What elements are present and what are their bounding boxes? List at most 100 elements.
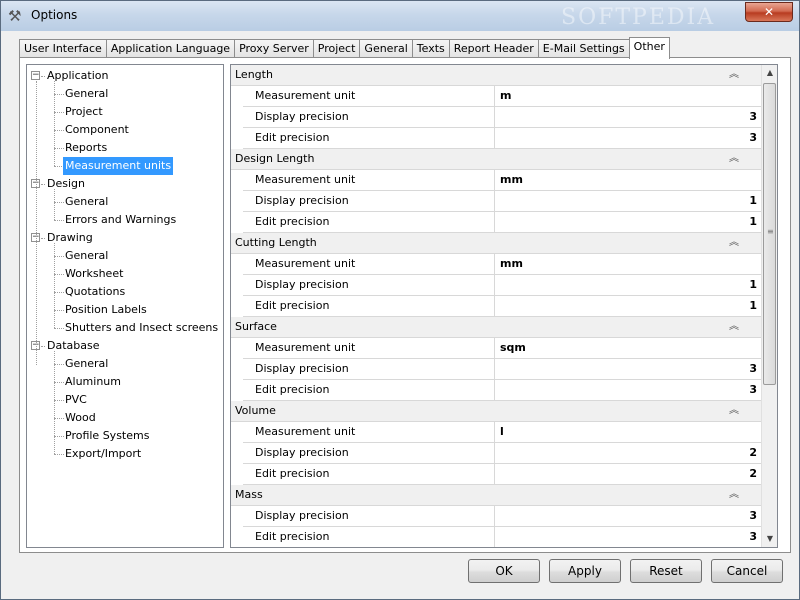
tree-group-design[interactable]: Design xyxy=(45,175,87,193)
dialog-body: User Interface Application Language Proxy … xyxy=(9,31,791,553)
collapse-chevron-icon[interactable]: ︽ xyxy=(727,152,741,166)
scroll-up-arrow-icon[interactable]: ▲ xyxy=(762,65,777,81)
collapse-chevron-icon[interactable]: ︽ xyxy=(727,68,741,82)
property-row[interactable]: Measurement unit mm xyxy=(243,254,761,275)
tree-group-drawing[interactable]: Drawing xyxy=(45,229,95,247)
tab-texts[interactable]: Texts xyxy=(411,39,450,58)
tree-connector xyxy=(36,81,37,365)
property-value-display-precision[interactable]: 3 xyxy=(496,359,761,379)
property-grid-scrollbar[interactable]: ▲ ≡ ▼ xyxy=(761,65,777,547)
tree-item-general[interactable]: General xyxy=(63,355,110,373)
property-value-display-precision[interactable]: 3 xyxy=(496,506,761,526)
category-mass[interactable]: Mass ︽ xyxy=(231,485,761,506)
tab-general[interactable]: General xyxy=(359,39,413,58)
tree-item-aluminum[interactable]: Aluminum xyxy=(63,373,123,391)
property-name: Measurement unit xyxy=(243,338,495,358)
scroll-thumb[interactable]: ≡ xyxy=(763,83,776,385)
property-row[interactable]: Display precision 1 xyxy=(243,191,761,212)
property-value-display-precision[interactable]: 2 xyxy=(496,443,761,463)
category-surface[interactable]: Surface ︽ xyxy=(231,317,761,338)
reset-button[interactable]: Reset xyxy=(630,559,702,583)
property-row[interactable]: Measurement unit sqm xyxy=(243,338,761,359)
cancel-button[interactable]: Cancel xyxy=(711,559,783,583)
property-value-display-precision[interactable]: 3 xyxy=(496,107,761,127)
tree-item-profile-systems[interactable]: Profile Systems xyxy=(63,427,151,445)
property-value-measurement-unit[interactable]: sqm xyxy=(496,338,761,358)
category-gutter xyxy=(231,86,243,149)
scroll-down-arrow-icon[interactable]: ▼ xyxy=(762,531,777,547)
tree-item-component[interactable]: Component xyxy=(63,121,131,139)
property-row[interactable]: Edit precision 1 xyxy=(243,296,761,317)
property-value-measurement-unit[interactable]: m xyxy=(496,86,761,106)
property-value-edit-precision[interactable]: 3 xyxy=(496,128,761,148)
tree-item-general[interactable]: General xyxy=(63,247,110,265)
category-label: Volume xyxy=(235,404,276,417)
settings-tree: − Application General Project Component Repor… xyxy=(26,64,224,548)
property-row[interactable]: Display precision 3 xyxy=(243,506,761,527)
property-value-measurement-unit[interactable]: mm xyxy=(496,254,761,274)
close-button[interactable]: ✕ xyxy=(745,2,793,22)
tree-item-reports[interactable]: Reports xyxy=(63,139,109,157)
tab-other[interactable]: Other xyxy=(628,37,670,59)
property-row[interactable]: Measurement unit mm xyxy=(243,170,761,191)
property-row[interactable]: Display precision 1 xyxy=(243,275,761,296)
property-row[interactable]: Edit precision 3 xyxy=(243,380,761,401)
property-row[interactable]: Display precision 2 xyxy=(243,443,761,464)
scroll-grip-icon: ≡ xyxy=(767,227,774,236)
property-row[interactable]: Display precision 3 xyxy=(243,359,761,380)
property-value-measurement-unit[interactable]: l xyxy=(496,422,761,442)
property-value-edit-precision[interactable]: 3 xyxy=(496,527,761,547)
collapse-chevron-icon[interactable]: ︽ xyxy=(727,488,741,502)
property-value-edit-precision[interactable]: 3 xyxy=(496,380,761,400)
property-row[interactable]: Edit precision 2 xyxy=(243,464,761,485)
tree-item-export-import[interactable]: Export/Import xyxy=(63,445,143,463)
property-value-edit-precision[interactable]: 2 xyxy=(496,464,761,484)
category-volume[interactable]: Volume ︽ xyxy=(231,401,761,422)
property-name: Measurement unit xyxy=(243,422,495,442)
tree-item-quotations[interactable]: Quotations xyxy=(63,283,127,301)
collapse-chevron-icon[interactable]: ︽ xyxy=(727,404,741,418)
tab-application-language[interactable]: Application Language xyxy=(105,39,236,58)
collapse-toggle-icon[interactable]: − xyxy=(31,71,40,80)
collapse-chevron-icon[interactable]: ︽ xyxy=(727,236,741,250)
property-row[interactable]: Display precision 3 xyxy=(243,107,761,128)
tree-item-measurement-units[interactable]: Measurement units xyxy=(63,157,174,175)
ok-button[interactable]: OK xyxy=(468,559,540,583)
tree-item-general[interactable]: General xyxy=(63,193,110,211)
property-row[interactable]: Measurement unit m xyxy=(243,86,761,107)
tree-item-shutters-and-insect-screens[interactable]: Shutters and Insect screens xyxy=(63,319,220,337)
property-value-edit-precision[interactable]: 1 xyxy=(496,296,761,316)
tree-connector xyxy=(41,238,45,239)
tree-item-pvc[interactable]: PVC xyxy=(63,391,89,409)
tab-project[interactable]: Project xyxy=(312,39,361,58)
tree-item-position-labels[interactable]: Position Labels xyxy=(63,301,149,319)
tree-item-general[interactable]: General xyxy=(63,85,110,103)
property-name: Edit precision xyxy=(243,527,495,547)
property-row[interactable]: Edit precision 3 xyxy=(243,527,761,547)
tree-item-wood[interactable]: Wood xyxy=(63,409,98,427)
tab-e-mail-settings[interactable]: E-Mail Settings xyxy=(537,39,630,58)
property-row[interactable]: Edit precision 3 xyxy=(243,128,761,149)
tab-report-header[interactable]: Report Header xyxy=(448,39,539,58)
collapse-chevron-icon[interactable]: ︽ xyxy=(727,320,741,334)
title-bar: ⚒ Options SOFTPEDIA ✕ xyxy=(1,1,799,31)
property-value-display-precision[interactable]: 1 xyxy=(496,275,761,295)
property-value-measurement-unit[interactable]: mm xyxy=(496,170,761,190)
tree-item-worksheet[interactable]: Worksheet xyxy=(63,265,125,283)
tab-proxy-server[interactable]: Proxy Server xyxy=(234,39,314,58)
tree-item-errors-and-warnings[interactable]: Errors and Warnings xyxy=(63,211,178,229)
category-design-length[interactable]: Design Length ︽ xyxy=(231,149,761,170)
tab-user-interface[interactable]: User Interface xyxy=(19,39,107,58)
category-label: Mass xyxy=(235,488,263,501)
property-value-display-precision[interactable]: 1 xyxy=(496,191,761,211)
property-value-edit-precision[interactable]: 1 xyxy=(496,212,761,232)
property-row[interactable]: Edit precision 1 xyxy=(243,212,761,233)
category-label: Surface xyxy=(235,320,277,333)
property-name: Measurement unit xyxy=(243,254,495,274)
property-name: Display precision xyxy=(243,506,495,526)
property-row[interactable]: Measurement unit l xyxy=(243,422,761,443)
tree-item-project[interactable]: Project xyxy=(63,103,105,121)
category-cutting-length[interactable]: Cutting Length ︽ xyxy=(231,233,761,254)
apply-button[interactable]: Apply xyxy=(549,559,621,583)
category-length[interactable]: Length ︽ xyxy=(231,65,761,86)
